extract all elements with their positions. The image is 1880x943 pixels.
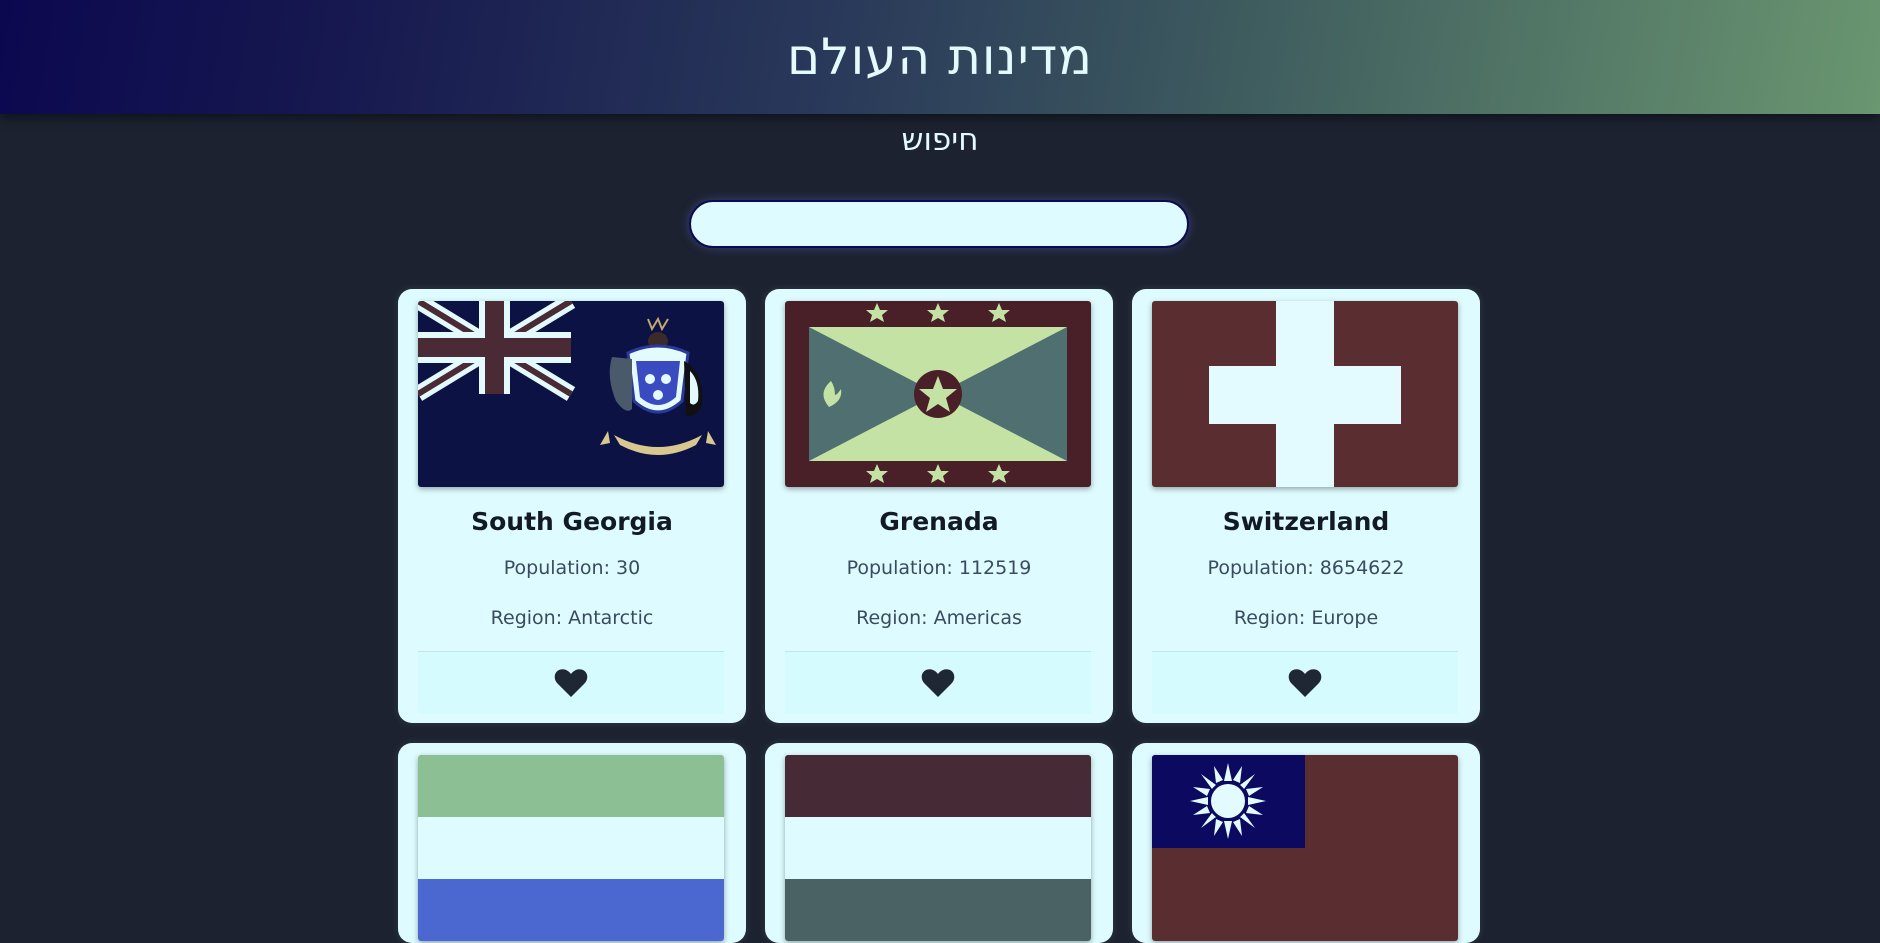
country-card[interactable]: South Georgia Population: 30 Region: Ant… xyxy=(398,289,746,723)
country-name: Switzerland xyxy=(1222,507,1390,536)
country-population: Population: 112519 xyxy=(846,557,1032,579)
country-card[interactable] xyxy=(765,743,1113,943)
search-input[interactable] xyxy=(689,200,1189,248)
heart-icon xyxy=(921,669,955,697)
country-name: South Georgia xyxy=(471,507,673,536)
country-population: Population: 8654622 xyxy=(1207,557,1405,579)
country-region: Region: Antarctic xyxy=(490,607,654,629)
country-region: Region: Americas xyxy=(856,607,1022,629)
country-population: Population: 30 xyxy=(503,557,641,579)
switzerland-flag-icon xyxy=(1152,301,1458,487)
page-title: מדינות העולם xyxy=(786,28,1094,86)
country-card[interactable]: Grenada Population: 112519 Region: Ameri… xyxy=(765,289,1113,723)
page-header: מדינות העולם xyxy=(0,0,1880,114)
heart-icon xyxy=(1288,669,1322,697)
favorite-button[interactable] xyxy=(1152,652,1458,714)
search-heading: חיפוש xyxy=(901,122,979,158)
heart-icon xyxy=(554,669,588,697)
country-card[interactable] xyxy=(1132,743,1480,943)
taiwan-flag-icon xyxy=(1152,755,1458,941)
favorite-button[interactable] xyxy=(418,652,724,714)
country-card[interactable]: Switzerland Population: 8654622 Region: … xyxy=(1132,289,1480,723)
grenada-flag-icon xyxy=(785,301,1091,487)
favorite-button[interactable] xyxy=(785,652,1091,714)
south-georgia-flag-icon xyxy=(418,301,724,487)
country-name: Grenada xyxy=(879,507,999,536)
country-region: Region: Europe xyxy=(1233,607,1379,629)
sierra-leone-flag-icon xyxy=(418,755,724,941)
country-card[interactable] xyxy=(398,743,746,943)
hungary-flag-icon xyxy=(785,755,1091,941)
